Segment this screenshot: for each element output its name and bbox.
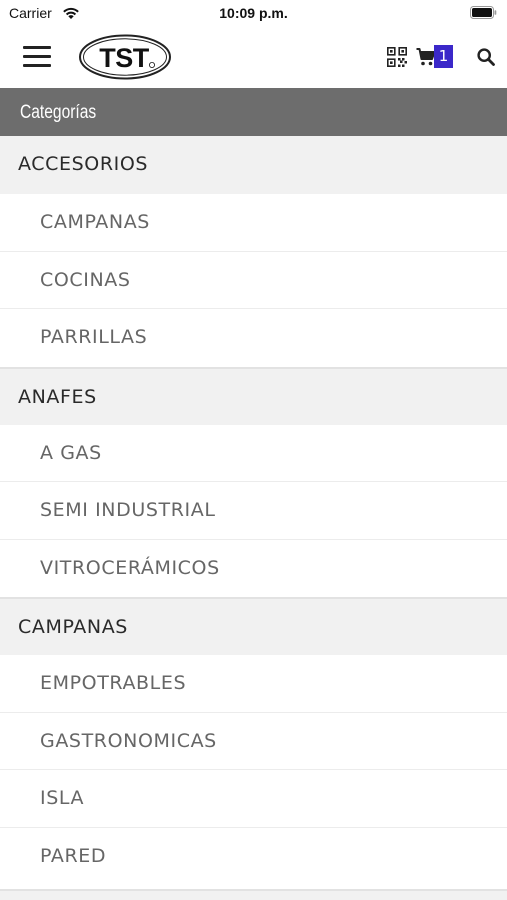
menu-icon[interactable] <box>23 46 51 68</box>
category-item-label: COCINAS <box>40 268 131 291</box>
category-item-label: PARED <box>40 844 107 867</box>
category-item-vitroceramicos[interactable]: VITROCERÁMICOS <box>0 539 507 597</box>
category-item-gastronomicas[interactable]: GASTRONOMICAS <box>0 712 507 770</box>
cart-button[interactable]: 1 <box>416 45 456 69</box>
category-item-semi-industrial[interactable]: SEMI INDUSTRIAL <box>0 482 507 540</box>
qr-code-icon[interactable] <box>387 47 407 67</box>
category-item-label: SEMI INDUSTRIAL <box>40 499 216 521</box>
category-header-label: ANAFES <box>18 385 97 408</box>
battery-icon <box>470 6 497 19</box>
category-header-accesorios[interactable]: ACCESORIOS <box>0 136 507 194</box>
category-item-parrillas[interactable]: PARRILLAS <box>0 309 507 367</box>
category-item-label: GASTRONOMICAS <box>40 729 217 752</box>
category-item-label: VITROCERÁMICOS <box>40 556 220 579</box>
category-item-label: ISLA <box>40 787 85 809</box>
category-item-empotrables[interactable]: EMPOTRABLES <box>0 655 507 713</box>
logo-text: TST <box>99 43 150 73</box>
category-header-campanas[interactable]: CAMPANAS <box>0 597 507 655</box>
category-header-label: CAMPANAS <box>18 616 128 638</box>
category-item-a-gas[interactable]: A GAS <box>0 424 507 482</box>
category-item-label: PARRILLAS <box>40 326 148 348</box>
clock: 10:09 p.m. <box>219 5 288 21</box>
app-header: TST 1 <box>0 28 507 88</box>
list-bottom-divider <box>0 889 507 900</box>
category-item-campanas[interactable]: CAMPANAS <box>0 194 507 252</box>
tst-logo[interactable]: TST <box>78 34 172 80</box>
category-item-label: EMPOTRABLES <box>40 672 187 694</box>
cart-icon <box>416 48 436 66</box>
category-header-anafes[interactable]: ANAFES <box>0 366 507 425</box>
category-header-label: ACCESORIOS <box>18 153 149 175</box>
category-item-cocinas[interactable]: COCINAS <box>0 251 507 309</box>
categories-title-bar: Categorías <box>0 88 507 136</box>
cart-count-badge: 1 <box>434 45 453 68</box>
category-item-pared[interactable]: PARED <box>0 827 507 885</box>
category-list: ACCESORIOS CAMPANAS COCINAS PARRILLAS AN… <box>0 136 507 885</box>
status-bar: Carrier 10:09 p.m. <box>0 0 507 28</box>
category-item-isla[interactable]: ISLA <box>0 770 507 828</box>
search-icon[interactable] <box>477 48 495 66</box>
category-item-label: CAMPANAS <box>40 211 150 233</box>
page-title: Categorías <box>20 102 97 123</box>
category-item-label: A GAS <box>40 441 102 464</box>
